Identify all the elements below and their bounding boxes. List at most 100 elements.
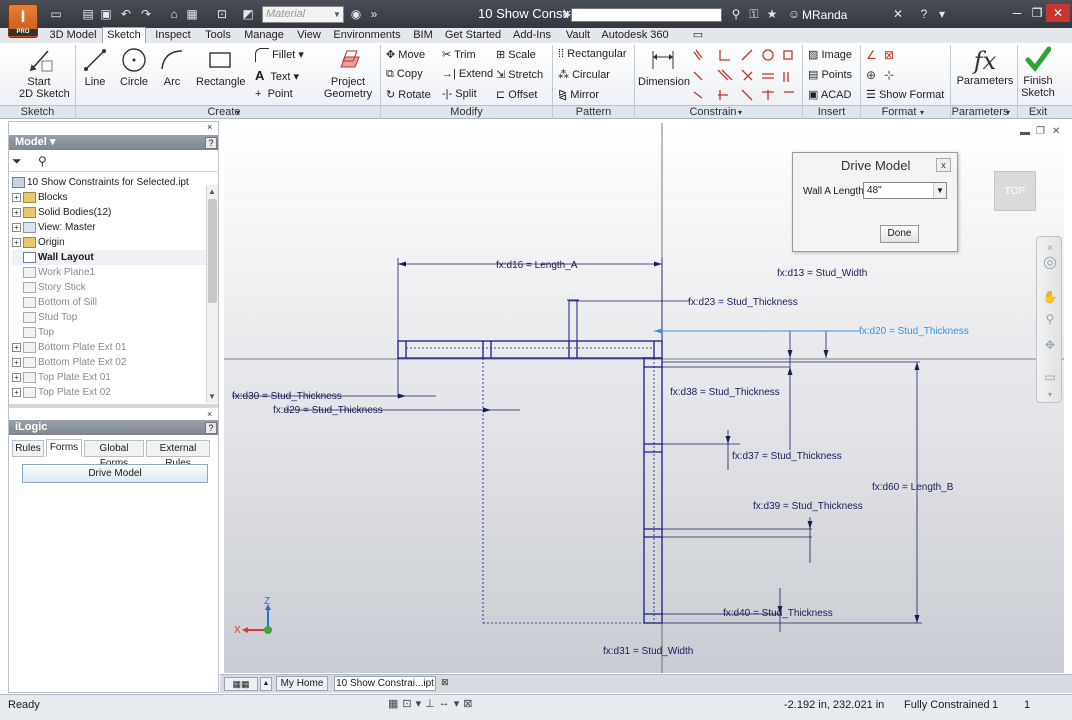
- tab-rules[interactable]: Rules: [12, 440, 44, 457]
- mirror-button[interactable]: ⧎ Mirror: [558, 88, 599, 101]
- rectangular-pattern-button[interactable]: ⁞⁞ Rectangular: [558, 48, 627, 60]
- search-icon[interactable]: ⚲: [728, 7, 744, 21]
- tab-vault[interactable]: Vault: [560, 28, 596, 43]
- tree-item-work-plane1[interactable]: Work Plane1: [12, 265, 95, 280]
- close-icon[interactable]: ×: [207, 122, 212, 132]
- minimize-icon[interactable]: ─: [1008, 4, 1026, 22]
- close-icon[interactable]: ✕: [1046, 4, 1070, 22]
- tab-forms[interactable]: Forms: [46, 439, 82, 457]
- tab-sketch[interactable]: Sketch: [102, 27, 146, 44]
- tree-item-origin[interactable]: + Origin: [12, 235, 65, 250]
- help-icon[interactable]: ?: [916, 7, 932, 21]
- scroll-up-icon[interactable]: ▲: [208, 187, 216, 196]
- panel-splitter[interactable]: [9, 404, 218, 408]
- expand-icon[interactable]: +: [12, 207, 21, 217]
- done-button[interactable]: Done: [880, 225, 919, 243]
- tree-item-blocks[interactable]: + Blocks: [12, 190, 67, 205]
- grid-icon[interactable]: ▦: [388, 697, 398, 714]
- close-icon[interactable]: ⊠: [441, 677, 449, 688]
- image-button[interactable]: ▨ Image: [808, 48, 852, 61]
- application-menu-button[interactable]: I PRO: [8, 4, 38, 38]
- appearance-icon[interactable]: ◩: [240, 7, 256, 21]
- new-icon[interactable]: ▭: [48, 7, 64, 21]
- color-wheel-icon[interactable]: ◉: [348, 7, 364, 21]
- tree-item-wall-layout[interactable]: Wall Layout: [12, 250, 206, 265]
- drive-model-form-button[interactable]: Drive Model: [22, 464, 208, 483]
- circular-pattern-button[interactable]: ⁂ Circular: [558, 68, 610, 81]
- panel-label-format[interactable]: Format: [861, 106, 937, 119]
- help-icon[interactable]: ?: [205, 137, 217, 149]
- tree-item-bottom-plate-ext-01[interactable]: + Bottom Plate Ext 01: [12, 340, 126, 355]
- tab-bim[interactable]: BIM: [408, 28, 438, 43]
- scale-button[interactable]: ⊞ Scale: [496, 48, 536, 61]
- show-format-button[interactable]: ☰ Show Format: [866, 88, 944, 101]
- chevron-down-icon[interactable]: ▾: [934, 7, 950, 21]
- expand-icon[interactable]: +: [12, 222, 21, 232]
- chevron-down-icon[interactable]: ▾: [236, 106, 240, 119]
- find-icon[interactable]: ⚲: [38, 154, 47, 168]
- tab-document[interactable]: 10 Show Constrai...ipt: [334, 676, 436, 691]
- text-button[interactable]: A Text ▾: [255, 68, 299, 83]
- tree-item-solid-bodies[interactable]: + Solid Bodies(12): [12, 205, 111, 220]
- chevron-down-icon[interactable]: ▾: [1042, 387, 1058, 403]
- tab-manage[interactable]: Manage: [240, 28, 288, 43]
- rectangle-button[interactable]: Rectangle: [196, 47, 246, 88]
- move-button[interactable]: ✥ Move: [386, 48, 425, 61]
- close-icon[interactable]: ✕: [1052, 126, 1060, 137]
- acad-button[interactable]: ▣ ACAD: [808, 88, 851, 101]
- circle-button[interactable]: Circle: [118, 47, 150, 88]
- tree-scrollbar[interactable]: ▲ ▼: [206, 185, 218, 403]
- construction-icon[interactable]: ∠: [866, 48, 877, 62]
- help-search-input[interactable]: [571, 8, 722, 22]
- expand-icon[interactable]: +: [12, 387, 21, 397]
- rotate-button[interactable]: ↻ Rotate: [386, 88, 431, 101]
- chevron-down-icon[interactable]: ▾: [454, 697, 460, 714]
- window-arrange-icon[interactable]: ▦▦: [224, 677, 258, 691]
- more-icon[interactable]: »: [366, 7, 382, 21]
- look-at-icon[interactable]: ▭: [1042, 369, 1058, 385]
- tree-item-top-plate-ext-02[interactable]: + Top Plate Ext 02: [12, 385, 111, 400]
- subscription-icon[interactable]: ⚿: [746, 7, 762, 21]
- line-button[interactable]: Line: [80, 47, 110, 88]
- dialog-close-button[interactable]: x: [936, 158, 951, 172]
- constraint-infer-icon[interactable]: ⊥: [425, 697, 435, 714]
- tab-external-rules[interactable]: External Rules: [146, 440, 210, 469]
- filter-icon[interactable]: ⏷: [12, 154, 22, 169]
- trim-button[interactable]: ✂ Trim: [442, 48, 476, 61]
- chevron-down-icon[interactable]: ▼: [933, 183, 946, 198]
- chevron-up-icon[interactable]: ▲: [260, 677, 272, 691]
- stretch-button[interactable]: ⇲ Stretch: [496, 68, 543, 81]
- arc-button[interactable]: Arc: [158, 47, 186, 88]
- chevron-down-icon[interactable]: ▾: [416, 697, 422, 714]
- tab-get-started[interactable]: Get Started: [444, 28, 502, 43]
- undo-icon[interactable]: ↶: [118, 7, 134, 21]
- point-button[interactable]: + Point: [255, 88, 293, 100]
- tree-item-bottom-of-sill[interactable]: Bottom of Sill: [12, 295, 97, 310]
- tree-item-top-plate-ext-01[interactable]: + Top Plate Ext 01: [12, 370, 111, 385]
- tab-add-ins[interactable]: Add-Ins: [508, 28, 556, 43]
- fillet-button[interactable]: Fillet ▾: [255, 48, 304, 63]
- tree-item-stud-top[interactable]: Stud Top: [12, 310, 77, 325]
- center-point-icon[interactable]: ⊕: [866, 68, 876, 82]
- panel-label-create[interactable]: Create: [76, 106, 372, 119]
- favorites-icon[interactable]: ★: [764, 7, 780, 21]
- open-icon[interactable]: ▤: [80, 7, 96, 21]
- restore-icon[interactable]: ❐: [1028, 4, 1046, 22]
- restore-icon[interactable]: ❐: [1036, 126, 1045, 137]
- scroll-thumb[interactable]: [208, 199, 217, 303]
- expand-icon[interactable]: +: [12, 342, 21, 352]
- model-browser-header[interactable]: Model ▾: [9, 135, 218, 150]
- minimize-icon[interactable]: ▬: [1020, 127, 1030, 138]
- parameters-button[interactable]: fx Parameters: [956, 47, 1014, 87]
- tab-3d-model[interactable]: 3D Model: [46, 28, 100, 43]
- help-icon[interactable]: ?: [205, 422, 217, 434]
- copy-button[interactable]: ⧉ Copy: [386, 68, 423, 81]
- lock-icon[interactable]: ⊠: [463, 697, 472, 714]
- chevron-down-icon[interactable]: ▼: [331, 7, 343, 22]
- orbit-icon[interactable]: ✥: [1042, 337, 1058, 353]
- tree-item-top[interactable]: Top: [12, 325, 54, 340]
- chevron-down-icon[interactable]: ▾: [738, 106, 742, 119]
- ribbon-minimize-icon[interactable]: ▭: [686, 28, 710, 43]
- centerline-icon[interactable]: ⊠: [884, 48, 894, 62]
- pan-icon[interactable]: ✋: [1042, 289, 1058, 305]
